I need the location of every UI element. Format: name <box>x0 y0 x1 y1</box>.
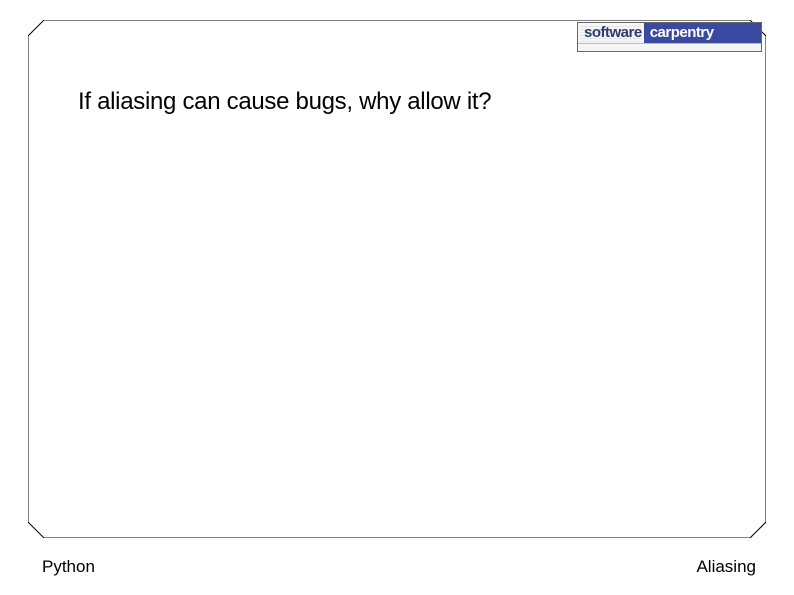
software-carpentry-logo: software carpentry <box>577 22 762 52</box>
logo-word-software: software <box>578 23 644 43</box>
logo-top-row: software carpentry <box>578 23 761 43</box>
slide-page: software carpentry If aliasing can cause… <box>0 0 794 595</box>
logo-word-carpentry: carpentry <box>644 23 761 43</box>
footer-right: Aliasing <box>696 557 756 577</box>
footer-left: Python <box>42 557 95 577</box>
slide-body-text: If aliasing can cause bugs, why allow it… <box>78 88 491 116</box>
logo-subline <box>578 43 761 51</box>
